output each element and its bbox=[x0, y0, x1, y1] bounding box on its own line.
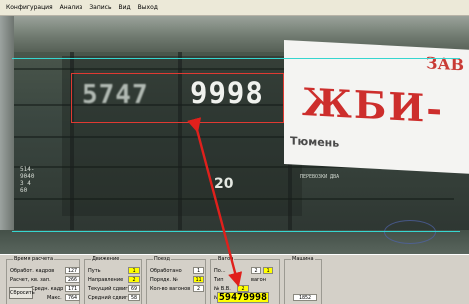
speed-label-1: Расчет, кв. зап. bbox=[10, 277, 51, 283]
billboard-sub-text: Тюмень bbox=[290, 134, 340, 150]
billboard: ЗАВ ЖБИ- Тюмень bbox=[284, 40, 469, 174]
motion-value-3: 58 bbox=[128, 294, 140, 301]
group-speed-title: Время расчета bbox=[13, 256, 55, 262]
speed-value-2: 171 bbox=[65, 285, 80, 292]
wagon-value-2: 2 bbox=[237, 285, 249, 292]
group-engine: Машина 1852 bbox=[284, 256, 322, 304]
billboard-main-text: ЖБИ- bbox=[302, 78, 445, 132]
pole bbox=[0, 16, 14, 254]
motion-label-3: Средний сдвиг bbox=[88, 295, 128, 301]
train-value-1: 11 bbox=[193, 276, 204, 283]
lower-guide-line bbox=[12, 231, 460, 232]
train-label-1: Порядк. № bbox=[150, 277, 178, 283]
group-train: Поезд Обработано 1 Порядк. № 11 Кол-во в… bbox=[146, 256, 206, 304]
motion-value-2: 69 bbox=[128, 285, 140, 292]
billboard-top-text: ЗАВ bbox=[425, 53, 464, 75]
wagon-label-1: Тип bbox=[214, 277, 224, 283]
video-frame: 5747 9998 514- 9040 3 4 60 20 ЗАВ ЖБИ- Т… bbox=[0, 16, 469, 254]
menu-exit[interactable]: Выход bbox=[138, 0, 158, 16]
group-motion: Движение Путь 1 Направление 2 Текущий сд… bbox=[84, 256, 142, 304]
motion-label-1: Направление bbox=[88, 277, 124, 283]
train-label-0: Обработано bbox=[150, 268, 182, 274]
menu-bar: Конфигурация Анализ Запись Вид Выход bbox=[0, 0, 469, 16]
wagon-number-readout: 59479998 bbox=[217, 292, 269, 303]
menu-view[interactable]: Вид bbox=[119, 0, 131, 16]
group-train-title: Поезд bbox=[153, 256, 172, 262]
upper-guide-line bbox=[12, 58, 460, 59]
engine-value: 1852 bbox=[293, 294, 317, 301]
wagon-value-0: 2 bbox=[251, 267, 261, 274]
wagon-label-0: По... bbox=[214, 268, 226, 274]
speed-value-0: 127 bbox=[65, 267, 80, 274]
speed-value-1: 266 bbox=[65, 276, 80, 283]
motion-label-0: Путь bbox=[88, 268, 101, 274]
stencil-bottom: ПЕРЕВОЗКИ ДВА bbox=[300, 174, 340, 180]
train-label-2: Кол-во вагонов bbox=[150, 286, 191, 292]
speed-label-2: Средн. кадр bbox=[31, 286, 64, 292]
train-value-2: 2 bbox=[193, 285, 204, 292]
status-panel: Время расчета Обработ. кадров 127 Расчет… bbox=[0, 254, 469, 304]
menu-configuration[interactable]: Конфигурация bbox=[6, 0, 53, 16]
speed-value-3: 764 bbox=[65, 294, 80, 301]
wagon-side-number: 20 bbox=[214, 176, 234, 192]
plate-roi-box bbox=[71, 73, 284, 123]
stencil-left: 514- 9040 3 4 60 bbox=[20, 166, 35, 194]
speed-label-0: Обработ. кадров bbox=[10, 268, 55, 274]
motion-label-2: Текущий сдвиг bbox=[88, 286, 128, 292]
speed-label-3: Макс. bbox=[47, 295, 62, 301]
motion-value-0: 1 bbox=[128, 267, 140, 274]
menu-analysis[interactable]: Анализ bbox=[60, 0, 83, 16]
group-wagon-title: Вагон bbox=[217, 256, 235, 262]
menu-recording[interactable]: Запись bbox=[89, 0, 111, 16]
group-speed: Время расчета Обработ. кадров 127 Расчет… bbox=[6, 256, 80, 304]
train-value-0: 1 bbox=[193, 267, 204, 274]
group-engine-title: Машина bbox=[291, 256, 315, 262]
logo-stamp bbox=[384, 220, 436, 244]
wagon-value-0b: 1 bbox=[263, 267, 273, 274]
wagon-rib bbox=[14, 198, 454, 200]
wagon-value-1: вагон bbox=[251, 277, 266, 283]
motion-value-1: 2 bbox=[128, 276, 140, 283]
reset-button[interactable]: Сбросить bbox=[9, 287, 35, 299]
group-motion-title: Движение bbox=[91, 256, 121, 262]
